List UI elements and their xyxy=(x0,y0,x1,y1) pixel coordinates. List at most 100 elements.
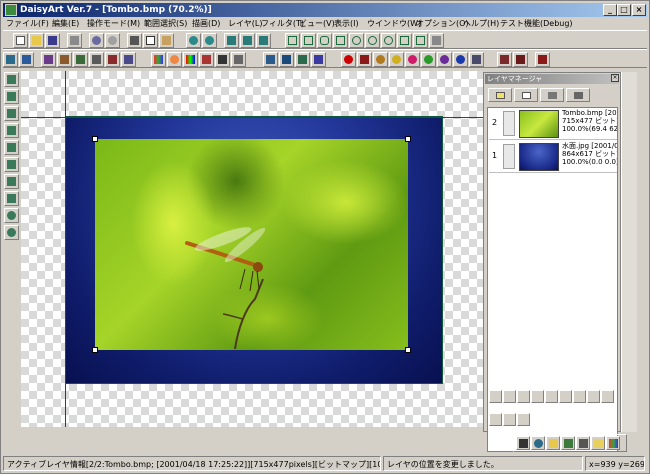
menu-help[interactable]: ヘルプ(H) xyxy=(463,18,499,30)
delete-layer-button[interactable] xyxy=(540,88,564,102)
new-layer-button[interactable] xyxy=(488,88,512,102)
layer-visibility-toggle[interactable] xyxy=(503,111,515,136)
paste-icon[interactable] xyxy=(159,33,174,48)
tool-wand-icon[interactable] xyxy=(4,106,19,121)
open-icon[interactable] xyxy=(29,33,44,48)
text-tool-icon[interactable] xyxy=(516,436,530,450)
print-icon[interactable] xyxy=(67,33,82,48)
move-icon[interactable] xyxy=(263,52,278,67)
resize-handle-bottom-left[interactable] xyxy=(92,347,98,353)
stamp-icon[interactable] xyxy=(105,52,120,67)
layer-merge-button[interactable] xyxy=(545,390,558,403)
circle-select-icon[interactable] xyxy=(349,33,364,48)
folder-icon[interactable] xyxy=(546,436,560,450)
layer-properties-button[interactable] xyxy=(566,88,590,102)
layer-cut-button[interactable] xyxy=(489,413,502,426)
maximize-button[interactable]: □ xyxy=(617,4,631,16)
tool-fill-icon[interactable] xyxy=(4,157,19,172)
green-circle-icon[interactable] xyxy=(421,52,436,67)
layer-down-button[interactable] xyxy=(503,390,516,403)
pointer-icon[interactable] xyxy=(3,52,18,67)
menu-edit[interactable]: 編集(E) xyxy=(52,18,79,30)
duplicate-layer-button[interactable] xyxy=(514,88,538,102)
tool-select-icon[interactable] xyxy=(4,72,19,87)
menu-display[interactable]: 表示(I) xyxy=(334,18,359,30)
square-select-icon[interactable] xyxy=(301,33,316,48)
layer-bottom-button[interactable] xyxy=(531,390,544,403)
menu-select[interactable]: 範囲選択(S) xyxy=(144,18,187,30)
tool-brush-icon[interactable] xyxy=(4,123,19,138)
magic-wand-icon[interactable] xyxy=(397,33,412,48)
vertical-scrollbar[interactable] xyxy=(621,72,637,432)
resize-handle-top-right[interactable] xyxy=(405,136,411,142)
tool-shape-icon[interactable] xyxy=(4,208,19,223)
menu-test-debug[interactable]: テスト機能(Debug) xyxy=(500,18,573,30)
menu-options[interactable]: オプション(O) xyxy=(416,18,469,30)
tool-text-icon[interactable] xyxy=(4,191,19,206)
tool-eraser-icon[interactable] xyxy=(4,174,19,189)
free-select-icon[interactable] xyxy=(381,33,396,48)
save-icon[interactable] xyxy=(45,33,60,48)
blue-circle-icon[interactable] xyxy=(453,52,468,67)
deselect-icon[interactable] xyxy=(429,33,444,48)
cut-icon[interactable] xyxy=(127,33,142,48)
eraser-icon[interactable] xyxy=(469,52,484,67)
note-icon[interactable] xyxy=(591,436,605,450)
tool-lasso-icon[interactable] xyxy=(4,89,19,104)
mosaic-icon[interactable] xyxy=(231,52,246,67)
rotate-icon[interactable] xyxy=(295,52,310,67)
tool-ellipse-icon[interactable] xyxy=(4,225,19,240)
layer-paste-button[interactable] xyxy=(517,413,530,426)
zoom-out-icon[interactable] xyxy=(202,33,217,48)
smudge-icon[interactable] xyxy=(121,52,136,67)
copy-icon[interactable] xyxy=(143,33,158,48)
rect-select-icon[interactable] xyxy=(285,33,300,48)
polygon-select-icon[interactable] xyxy=(333,33,348,48)
layer-copy-button[interactable] xyxy=(503,413,516,426)
menu-operation-mode[interactable]: 操作モード(M) xyxy=(87,18,140,30)
layer-manager-close-button[interactable]: × xyxy=(611,74,619,82)
blur-icon[interactable] xyxy=(373,52,388,67)
menu-draw[interactable]: 描画(D) xyxy=(192,18,220,30)
zoom-status-icon[interactable] xyxy=(531,436,545,450)
gradient-icon[interactable] xyxy=(357,52,372,67)
horizontal-guide-line[interactable] xyxy=(21,117,483,118)
resize-handle-bottom-right[interactable] xyxy=(405,347,411,353)
color-wheel-icon[interactable] xyxy=(167,52,182,67)
new-icon[interactable] xyxy=(13,33,28,48)
zoom-fit-icon[interactable] xyxy=(224,33,239,48)
layer-row[interactable]: 2 Tombo.bmp [2001/04/ 715x477 ビットマ 100.0… xyxy=(489,108,617,140)
menu-view[interactable]: ビュー(V) xyxy=(299,18,335,30)
hue-icon[interactable] xyxy=(183,52,198,67)
shape-icon[interactable] xyxy=(389,52,404,67)
transform-icon[interactable] xyxy=(279,52,294,67)
select-all-icon[interactable] xyxy=(413,33,428,48)
vertical-guide-line[interactable] xyxy=(65,71,66,427)
tool-pen-icon[interactable] xyxy=(4,140,19,155)
paint-icon[interactable] xyxy=(57,52,72,67)
menu-file[interactable]: ファイル(F) xyxy=(6,18,49,30)
layer-mask-button[interactable] xyxy=(601,390,614,403)
zoom-in-icon[interactable] xyxy=(186,33,201,48)
channels-icon[interactable] xyxy=(199,52,214,67)
red-circle-icon[interactable] xyxy=(341,52,356,67)
menu-window[interactable]: ウインドウ(W) xyxy=(367,18,421,30)
pencil-icon[interactable] xyxy=(311,52,326,67)
pen-icon[interactable] xyxy=(497,52,512,67)
layer-flatten-button[interactable] xyxy=(559,390,572,403)
layer-lock-button[interactable] xyxy=(573,390,586,403)
fill-icon[interactable] xyxy=(89,52,104,67)
redo-icon[interactable] xyxy=(105,33,120,48)
layer-row[interactable]: 1 水面.jpg [2001/02/ 864x617 ビットマ 100.0%(0… xyxy=(489,141,617,173)
layer-visibility-toggle[interactable] xyxy=(503,144,515,169)
menu-filter[interactable]: フィルタ(T) xyxy=(261,18,304,30)
layer-top-button[interactable] xyxy=(517,390,530,403)
histogram-icon[interactable] xyxy=(535,52,550,67)
color-depth-icon[interactable] xyxy=(606,436,620,450)
lasso-icon[interactable] xyxy=(317,33,332,48)
eyedropper-icon[interactable] xyxy=(41,52,56,67)
layer-up-button[interactable] xyxy=(489,390,502,403)
zoom-100-icon[interactable] xyxy=(240,33,255,48)
grid-icon[interactable] xyxy=(215,52,230,67)
ellipse-select-icon[interactable] xyxy=(365,33,380,48)
